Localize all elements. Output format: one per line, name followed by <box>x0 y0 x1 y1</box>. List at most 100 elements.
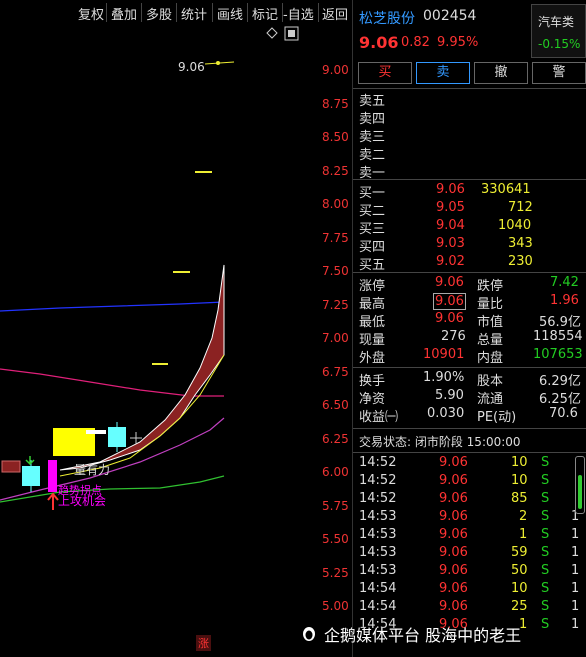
price-axis: 9.00 8.75 8.50 8.25 8.00 7.75 7.50 7.25 … <box>300 0 352 657</box>
tick-price: 9.06 <box>439 509 468 524</box>
annotation-shanggong: 上攻机会 <box>58 494 107 508</box>
y-tick: 8.25 <box>322 164 349 178</box>
stat-value: 9.06 <box>435 311 464 326</box>
tick-row: 14:53 9.06 50 S 1 <box>353 563 586 581</box>
trade-status: 交易状态: 闭市阶段 15:00:00 <box>359 435 521 449</box>
stat-label: 最高 <box>359 297 386 312</box>
annotation-liangyouli: 量有力 <box>74 463 111 477</box>
stat-value: 9.06 <box>435 275 464 290</box>
y-tick: 8.00 <box>322 197 349 211</box>
y-tick: 5.75 <box>322 499 349 513</box>
fund-value: 70.6 <box>549 406 578 421</box>
fund-label: 净资 <box>359 392 386 407</box>
tick-row: 14:54 9.06 25 S 1 <box>353 599 586 617</box>
price-change-pct: 9.95% <box>437 35 479 50</box>
y-tick: 8.50 <box>322 130 349 144</box>
buy-row: 买三 9.04 1040 <box>353 218 586 237</box>
sector-pct: -0.15% <box>538 37 581 51</box>
tick-side: S <box>541 617 550 632</box>
y-tick: 7.75 <box>322 231 349 245</box>
tick-price: 9.06 <box>439 581 468 596</box>
fund-row: 换手 1.90% 股本 6.29亿 <box>353 370 586 389</box>
price-change: 0.82 <box>401 35 430 50</box>
y-tick: 5.00 <box>322 599 349 613</box>
fund-label: 流通 <box>477 392 504 407</box>
tick-volume: 10 <box>511 473 528 488</box>
y-tick: 7.00 <box>322 331 349 345</box>
penguin-logo-icon <box>303 627 315 641</box>
buy-price: 9.03 <box>436 236 465 251</box>
y-tick: 6.75 <box>322 365 349 379</box>
tick-volume: 25 <box>511 599 528 614</box>
buy-button[interactable]: 买 <box>358 62 412 84</box>
sell-label: 卖四 <box>359 112 386 127</box>
tick-price: 9.06 <box>439 455 468 470</box>
candle <box>1 460 21 473</box>
tick-scrollbar-thumb[interactable] <box>578 475 582 509</box>
tick-row: 14:52 9.06 85 S <box>353 491 586 509</box>
tick-time: 14:52 <box>359 455 397 470</box>
buy-volume: 1040 <box>498 218 532 233</box>
tick-side: S <box>541 509 550 524</box>
sell-row: 卖四 <box>353 108 586 127</box>
stock-code: 002454 <box>423 8 477 24</box>
sell-row: 卖三 <box>353 126 586 145</box>
cancel-button[interactable]: 撤 <box>474 62 528 84</box>
stat-row: 涨停 9.06 跌停 7.42 <box>353 275 586 294</box>
sell-row: 卖二 <box>353 144 586 163</box>
stat-row: 最低 9.06 市值 56.9亿 <box>353 311 586 330</box>
stat-value: 1.96 <box>550 293 579 308</box>
fund-label: 股本 <box>477 374 504 389</box>
high-price-label: 9.06 <box>178 60 205 74</box>
stat-value: 56.9亿 <box>539 315 581 330</box>
sector-box[interactable]: 汽车类 -0.15% <box>531 4 586 58</box>
tick-volume: 85 <box>511 491 528 506</box>
tick-row: 14:52 9.06 10 S <box>353 473 586 491</box>
buy-price: 9.06 <box>436 182 465 197</box>
window-toggle-icon[interactable] <box>284 26 299 41</box>
buy-label: 买四 <box>359 240 386 255</box>
sell-row: 卖一 <box>353 162 586 181</box>
quote-panel: 松芝股份 002454 9.06 0.82 9.95% 汽车类 -0.15% 买… <box>353 0 586 657</box>
tick-time: 14:52 <box>359 473 397 488</box>
y-tick: 6.00 <box>322 465 349 479</box>
tick-price: 9.06 <box>439 545 468 560</box>
tick-price: 9.06 <box>439 599 468 614</box>
y-tick: 5.25 <box>322 566 349 580</box>
fund-label: 收益㈠ <box>359 410 399 425</box>
fund-label: 换手 <box>359 374 386 389</box>
candle <box>86 430 106 434</box>
buy-row: 买五 9.02 230 <box>353 254 586 273</box>
stat-label: 市值 <box>477 315 504 330</box>
diamond-icon[interactable] <box>266 27 278 39</box>
buy-label: 买一 <box>359 186 386 201</box>
sell-row: 卖五 <box>353 90 586 109</box>
zhang-badge: 涨 <box>196 635 211 651</box>
tick-row: 14:53 9.06 1 S 1 <box>353 527 586 545</box>
high-dot <box>216 61 220 65</box>
tick-time: 14:54 <box>359 599 397 614</box>
tick-price: 9.06 <box>439 491 468 506</box>
tick-count: 1 <box>571 617 580 632</box>
buy-volume: 230 <box>508 254 533 269</box>
stat-label: 总量 <box>477 333 504 348</box>
sell-button[interactable]: 卖 <box>416 62 470 84</box>
fund-value: 1.90% <box>423 370 465 385</box>
stock-name[interactable]: 松芝股份 <box>359 8 415 28</box>
tick-price: 9.06 <box>439 563 468 578</box>
tick-side: S <box>541 545 550 560</box>
fund-row: 净资 5.90 流通 6.25亿 <box>353 388 586 407</box>
buy-label: 买三 <box>359 222 386 237</box>
watermark-text: 企鹅媒体平台 股海中的老王 <box>324 626 522 645</box>
stat-label: 现量 <box>359 333 386 348</box>
alert-button[interactable]: 警 <box>532 62 586 84</box>
ma-blue-line <box>0 301 225 312</box>
tick-scrollbar[interactable] <box>575 456 585 514</box>
buy-price: 9.05 <box>436 200 465 215</box>
tick-row: 14:52 9.06 10 S <box>353 455 586 473</box>
tick-time: 14:53 <box>359 509 397 524</box>
fund-value: 6.29亿 <box>539 374 581 389</box>
stat-label: 跌停 <box>477 279 504 294</box>
up-arrow-icon <box>47 492 59 510</box>
stat-label: 内盘 <box>477 351 504 366</box>
